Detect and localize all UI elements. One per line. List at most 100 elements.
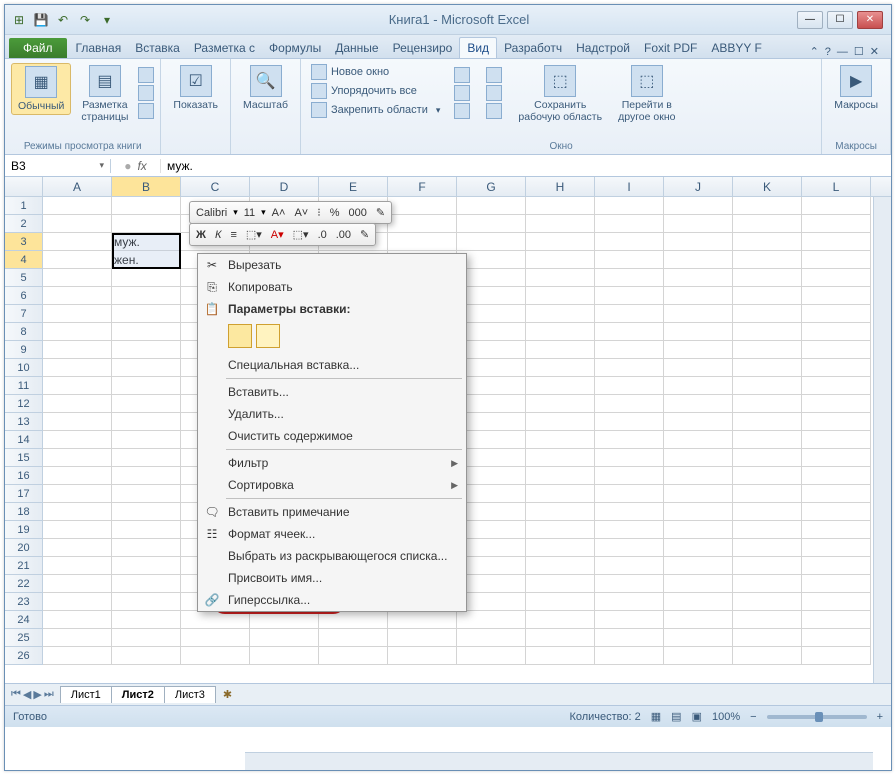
cell[interactable] [733, 575, 802, 593]
horizontal-scrollbar[interactable] [245, 752, 873, 770]
cell[interactable] [526, 539, 595, 557]
cell[interactable] [664, 557, 733, 575]
cell[interactable] [388, 233, 457, 251]
tab-abbyy[interactable]: ABBYY F [704, 38, 768, 58]
cell[interactable] [733, 647, 802, 665]
menu-format-cells[interactable]: ☷Формат ячеек... [198, 523, 466, 545]
cell[interactable] [388, 197, 457, 215]
cell[interactable] [526, 233, 595, 251]
hide-icon[interactable] [454, 85, 470, 101]
cell[interactable] [526, 413, 595, 431]
cell[interactable] [43, 287, 112, 305]
cell[interactable] [802, 539, 871, 557]
cell[interactable] [43, 197, 112, 215]
cell[interactable] [595, 485, 664, 503]
maximize-button[interactable]: ☐ [827, 11, 853, 29]
row-header[interactable]: 3 [5, 233, 43, 251]
view-layout-icon[interactable]: ▤ [671, 710, 681, 723]
cell[interactable] [664, 467, 733, 485]
cell[interactable] [457, 269, 526, 287]
cell[interactable] [112, 359, 181, 377]
cell[interactable] [802, 287, 871, 305]
col-header[interactable]: D [250, 177, 319, 196]
cell[interactable] [457, 359, 526, 377]
cell[interactable] [526, 629, 595, 647]
new-sheet-icon[interactable]: ✱ [215, 686, 240, 703]
cell[interactable] [595, 269, 664, 287]
cell[interactable] [733, 485, 802, 503]
cell[interactable] [43, 377, 112, 395]
view-pagebreak-icon[interactable]: ▣ [692, 710, 702, 723]
cell[interactable] [664, 323, 733, 341]
cell[interactable] [733, 395, 802, 413]
new-window-button[interactable]: Новое окно [307, 63, 444, 81]
cell[interactable] [664, 341, 733, 359]
cell[interactable] [526, 287, 595, 305]
grow-font-icon[interactable]: A˄ [269, 206, 289, 220]
close-button[interactable]: ✕ [857, 11, 883, 29]
cell[interactable] [664, 305, 733, 323]
cell[interactable] [595, 341, 664, 359]
cell[interactable] [457, 575, 526, 593]
row-header[interactable]: 21 [5, 557, 43, 575]
cell[interactable] [595, 539, 664, 557]
macros-button[interactable]: ▶ Макросы [828, 63, 884, 113]
cell[interactable] [802, 467, 871, 485]
comma-style-icon[interactable]: ⁝ [314, 205, 324, 220]
row-header[interactable]: 23 [5, 593, 43, 611]
col-header[interactable]: B [112, 177, 181, 196]
cell[interactable] [388, 629, 457, 647]
col-header[interactable]: F [388, 177, 457, 196]
tab-developer[interactable]: Разработч [497, 38, 569, 58]
paste-option-1-icon[interactable] [228, 324, 252, 348]
cell[interactable] [595, 305, 664, 323]
sheet-nav-last-icon[interactable]: ⏭ [44, 688, 54, 701]
row-header[interactable]: 17 [5, 485, 43, 503]
cell[interactable] [112, 197, 181, 215]
row-header[interactable]: 7 [5, 305, 43, 323]
cell[interactable] [457, 377, 526, 395]
row-header[interactable]: 5 [5, 269, 43, 287]
row-header[interactable]: 11 [5, 377, 43, 395]
cell[interactable] [43, 305, 112, 323]
row-header[interactable]: 4 [5, 251, 43, 269]
row-header[interactable]: 6 [5, 287, 43, 305]
cell[interactable] [112, 521, 181, 539]
cell[interactable] [595, 629, 664, 647]
cell[interactable] [319, 629, 388, 647]
cell[interactable] [664, 233, 733, 251]
cell[interactable] [802, 395, 871, 413]
row-header[interactable]: 1 [5, 197, 43, 215]
row-header[interactable]: 26 [5, 647, 43, 665]
file-tab[interactable]: Файл [9, 38, 67, 58]
sheet-nav-first-icon[interactable]: ⏮ [11, 688, 21, 701]
cell[interactable] [802, 197, 871, 215]
col-header[interactable]: E [319, 177, 388, 196]
font-size-selector[interactable]: 11 [241, 206, 258, 220]
fullscreen-icon[interactable] [138, 103, 154, 119]
cell[interactable] [457, 503, 526, 521]
cell[interactable] [457, 251, 526, 269]
cell[interactable] [526, 503, 595, 521]
row-header[interactable]: 14 [5, 431, 43, 449]
menu-clear[interactable]: Очистить содержимое [198, 425, 466, 447]
menu-paste-special[interactable]: Специальная вставка... [198, 354, 466, 376]
cell[interactable] [802, 269, 871, 287]
tab-foxit[interactable]: Foxit PDF [637, 38, 704, 58]
cell[interactable] [112, 269, 181, 287]
cell[interactable] [595, 413, 664, 431]
cell[interactable] [319, 647, 388, 665]
cell[interactable] [802, 359, 871, 377]
sheet-tab[interactable]: Лист2 [111, 686, 165, 703]
unhide-icon[interactable] [454, 103, 470, 119]
menu-insert[interactable]: Вставить... [198, 381, 466, 403]
cell[interactable] [457, 485, 526, 503]
cell[interactable] [802, 629, 871, 647]
row-header[interactable]: 13 [5, 413, 43, 431]
cell[interactable] [664, 647, 733, 665]
cell[interactable] [43, 503, 112, 521]
side-by-side-icon[interactable] [486, 67, 502, 83]
cell[interactable] [457, 611, 526, 629]
cell[interactable] [526, 593, 595, 611]
help-icon[interactable]: ? [825, 46, 831, 58]
